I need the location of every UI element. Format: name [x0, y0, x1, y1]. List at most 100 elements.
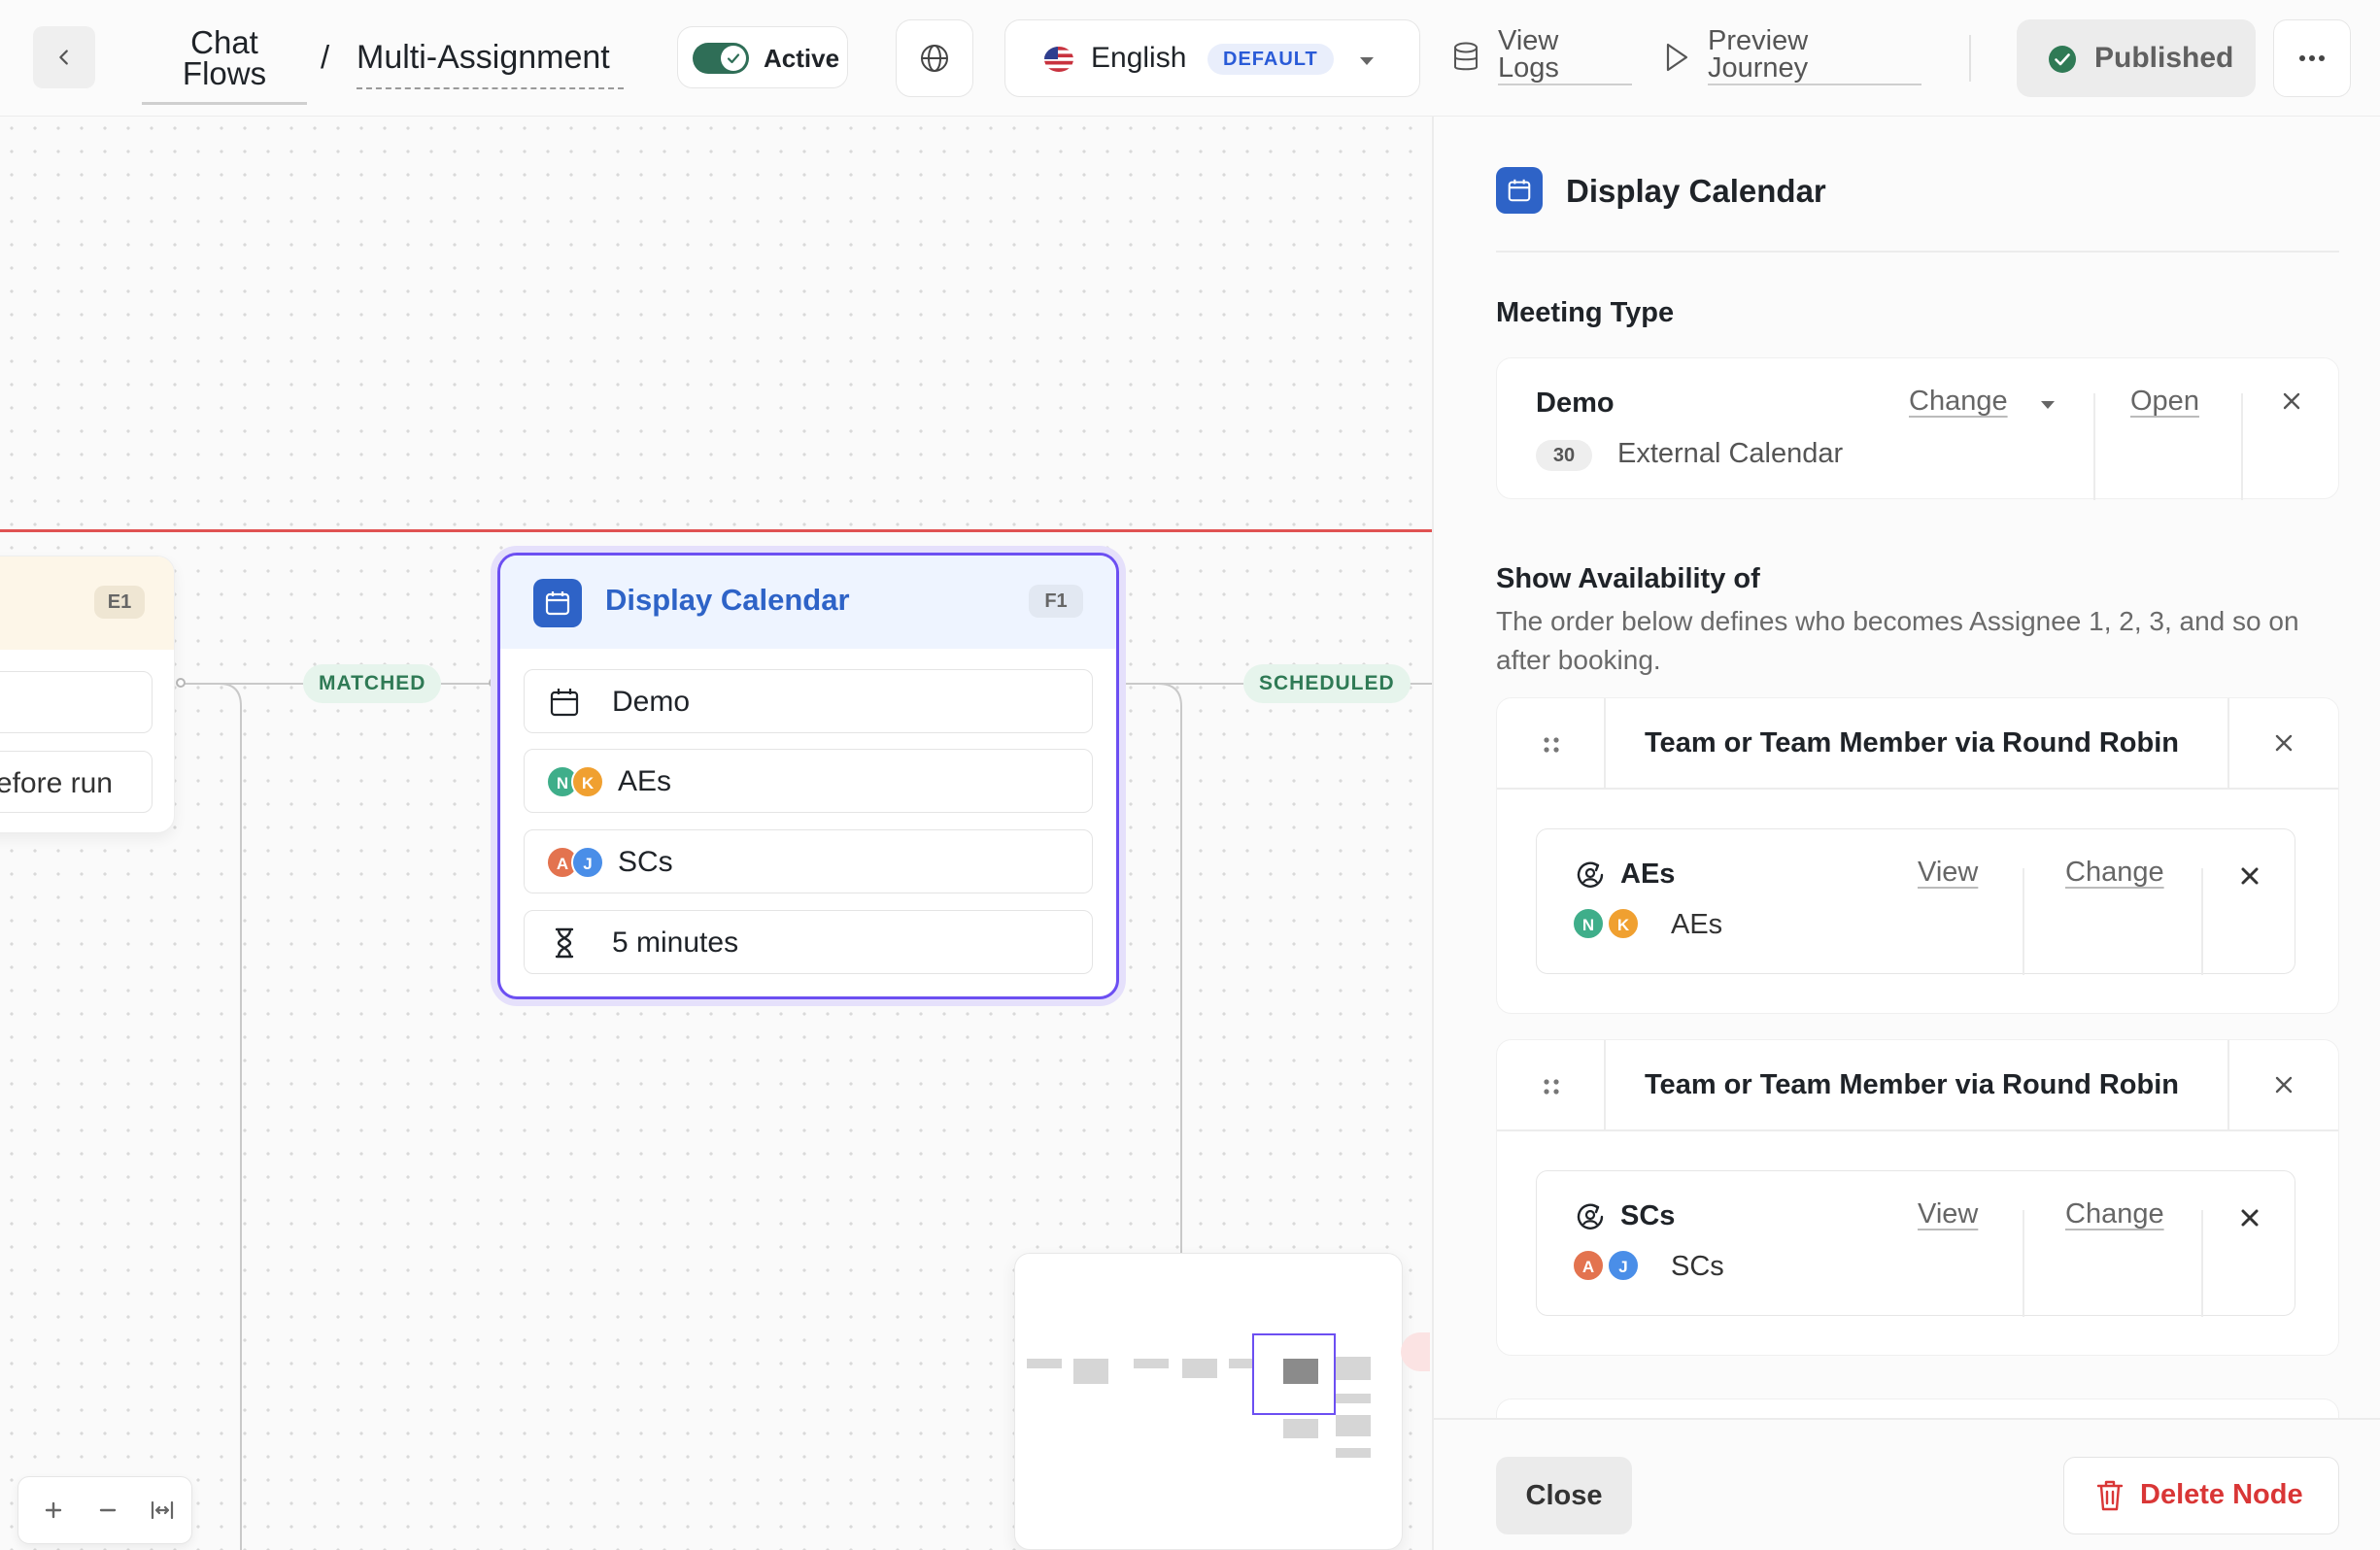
calendar-icon	[550, 689, 579, 717]
close-button[interactable]: Close	[1496, 1457, 1632, 1534]
node-id-badge: F1	[1029, 585, 1083, 618]
view-team-link[interactable]: View	[1918, 1198, 1978, 1230]
flow-canvas[interactable]: MATCHED SCHEDULED E1 Before run Display …	[0, 117, 1432, 1550]
availability-group-2: Team or Team Member via Round Robin SCs …	[1496, 1039, 2339, 1356]
avatar: N	[1572, 907, 1605, 940]
team-members-label: AEs	[1671, 909, 1723, 940]
availability-label: Show Availability of	[1496, 563, 1760, 594]
divider	[2023, 868, 2024, 975]
node-e1[interactable]: E1 Before run	[0, 556, 175, 833]
edge-handle[interactable]	[176, 678, 186, 688]
avatar: K	[571, 765, 604, 798]
zoom-out-button[interactable]	[92, 1495, 123, 1526]
meeting-type-name: Demo	[1536, 388, 1615, 419]
group-header: Team or Team Member via Round Robin	[1497, 698, 2338, 790]
zoom-in-button[interactable]	[38, 1495, 69, 1526]
close-icon	[2275, 734, 2293, 752]
remove-team-button[interactable]	[2232, 1200, 2267, 1235]
node-row[interactable]: Before run	[0, 751, 153, 813]
view-team-link[interactable]: View	[1918, 857, 1978, 889]
avatar: A	[1572, 1249, 1605, 1282]
top-bar: Chat Flows / Multi-Assignment Active Eng…	[0, 0, 2380, 117]
team-card-scs: SCs A J SCs View Change	[1536, 1170, 2295, 1317]
us-flag-icon	[1044, 47, 1073, 72]
minus-icon	[99, 1508, 117, 1512]
view-logs-link[interactable]: View Logs	[1498, 27, 1632, 85]
node-row-label: Before run	[0, 767, 113, 799]
team-members-label: SCs	[1671, 1251, 1724, 1282]
caret-down-icon[interactable]	[2039, 399, 2057, 411]
preview-journey-link[interactable]: Preview Journey	[1708, 27, 1921, 85]
group-title: Team or Team Member via Round Robin	[1645, 727, 2180, 758]
breadcrumb-separator: /	[321, 39, 330, 75]
plus-icon	[45, 1501, 62, 1519]
node-row-team-scs[interactable]: A J SCs	[524, 829, 1093, 893]
flow-name[interactable]: Multi-Assignment	[357, 39, 624, 89]
remove-team-button[interactable]	[2232, 859, 2267, 893]
delete-node-button[interactable]: Delete Node	[2063, 1457, 2339, 1534]
round-robin-icon	[1577, 1203, 1604, 1230]
calendar-icon	[1496, 167, 1543, 214]
node-row-label: 5 minutes	[612, 927, 739, 959]
remove-group-button[interactable]	[2266, 1067, 2301, 1102]
panel-header: Display Calendar	[1496, 167, 2339, 253]
play-icon	[1666, 43, 1688, 72]
active-toggle[interactable]	[693, 43, 749, 74]
language-selector[interactable]: English DEFAULT	[1004, 19, 1420, 97]
fit-view-button[interactable]	[147, 1495, 178, 1526]
drag-handle-icon[interactable]	[1542, 1077, 1561, 1096]
minimap-node	[1336, 1415, 1371, 1436]
divider	[2241, 393, 2243, 500]
node-display-calendar[interactable]: Display Calendar F1 Demo N K AEs A J SCs…	[497, 553, 1119, 999]
minimap-node	[1182, 1359, 1217, 1378]
minimap-node	[1134, 1359, 1169, 1368]
change-meeting-type-link[interactable]: Change	[1909, 386, 2008, 418]
node-row-label: Demo	[612, 686, 691, 718]
more-options-button[interactable]	[2273, 19, 2351, 97]
node-row-team-aes[interactable]: N K AEs	[524, 749, 1093, 813]
edge-label-matched: MATCHED	[303, 664, 442, 703]
node-row-timeout[interactable]: 5 minutes	[524, 910, 1093, 974]
published-button[interactable]: Published	[2017, 19, 2256, 97]
node-row-meeting-type[interactable]: Demo	[524, 669, 1093, 733]
close-icon	[2283, 392, 2300, 410]
minimap[interactable]	[1014, 1253, 1403, 1550]
published-label: Published	[2094, 42, 2234, 74]
divider	[2201, 1210, 2203, 1317]
node-row-label: SCs	[618, 846, 673, 878]
globe-button[interactable]	[896, 19, 973, 97]
change-team-link[interactable]: Change	[2065, 857, 2164, 889]
node-id-badge: E1	[94, 586, 145, 619]
minimap-node	[1229, 1359, 1254, 1368]
remove-group-button[interactable]	[2266, 725, 2301, 760]
availability-hint: The order below defines who becomes Assi…	[1496, 606, 2299, 675]
remove-meeting-type-button[interactable]	[2274, 384, 2309, 419]
change-team-link[interactable]: Change	[2065, 1198, 2164, 1230]
chevron-left-icon	[59, 50, 68, 65]
drag-handle-icon[interactable]	[1542, 735, 1561, 755]
team-card-aes: AEs N K AEs View Change	[1536, 828, 2295, 975]
avatar: K	[1607, 907, 1640, 940]
divider	[1604, 698, 1606, 790]
trash-icon	[2096, 1480, 2124, 1511]
avatar: J	[571, 846, 604, 879]
minimap-viewport[interactable]	[1252, 1333, 1336, 1415]
active-toggle-pill[interactable]: Active	[677, 26, 848, 88]
open-meeting-type-link[interactable]: Open	[2130, 386, 2199, 418]
minimap-node	[1073, 1359, 1108, 1384]
fit-width-icon	[151, 1500, 174, 1520]
back-button[interactable]	[33, 26, 95, 88]
node-row[interactable]	[0, 671, 153, 733]
minimap-node	[1336, 1448, 1371, 1458]
breadcrumb-chat-flows[interactable]: Chat Flows	[142, 25, 307, 105]
hourglass-icon	[555, 927, 574, 959]
toggle-knob	[721, 46, 746, 71]
divider	[2023, 1210, 2024, 1317]
edge-label-scheduled: SCHEDULED	[1243, 664, 1411, 703]
close-icon	[2275, 1076, 2293, 1094]
close-icon	[2241, 1209, 2259, 1227]
duration-badge: 30	[1536, 440, 1592, 471]
globe-icon	[921, 45, 948, 72]
caret-down-icon	[1360, 57, 1374, 65]
panel-title: Display Calendar	[1566, 173, 1826, 209]
